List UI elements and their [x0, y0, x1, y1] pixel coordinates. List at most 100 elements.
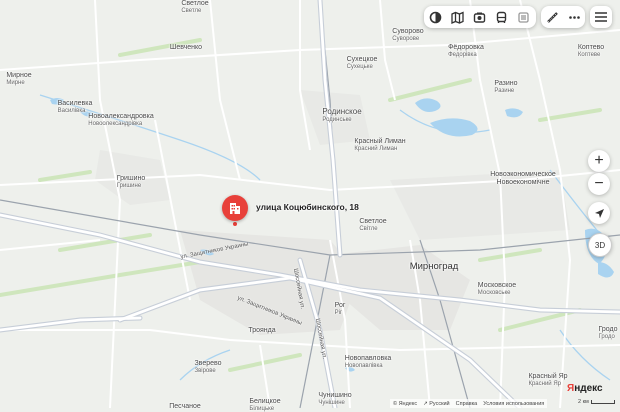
- place-name: Родинское: [322, 107, 362, 116]
- place-name: Белицкое: [249, 398, 281, 405]
- place-label[interactable]: Светлое Світле: [359, 218, 386, 232]
- place-name-ukrainian: Звірове: [194, 368, 216, 374]
- place-name: Красный Лиман: [354, 138, 406, 145]
- transit-icon[interactable]: [490, 6, 512, 28]
- place-name: Новопавловка: [344, 355, 392, 362]
- zoom-in-button[interactable]: +: [588, 150, 610, 172]
- place-label[interactable]: Шевченко: [170, 44, 202, 51]
- place-label[interactable]: Мирноград: [410, 262, 459, 272]
- place-label[interactable]: Зверево Звірове: [194, 360, 221, 374]
- location-arrow-icon: ↗: [423, 400, 428, 407]
- place-label[interactable]: Гришино Гришине: [117, 175, 146, 189]
- place-name: Шевченко: [169, 44, 203, 51]
- tools-toolbar: [541, 6, 585, 28]
- place-name-ukrainian: Разине: [494, 88, 515, 94]
- place-name: Гришино: [116, 175, 146, 182]
- place-label[interactable]: Белицкое Білицьке: [249, 398, 280, 412]
- place-label[interactable]: Новоэкономическое: [490, 171, 556, 178]
- place-label[interactable]: Песчаное: [169, 403, 201, 410]
- place-name-ukrainian: Красний Лиман: [354, 146, 398, 152]
- place-name: Гродо: [598, 326, 618, 333]
- place-name-ukrainian: Василівка: [57, 108, 86, 114]
- traffic-icon[interactable]: [468, 6, 490, 28]
- copyright-text[interactable]: © Яндекс: [393, 401, 417, 407]
- place-name: Зверево: [194, 360, 222, 367]
- place-name-ukrainian: Білицьке: [249, 406, 275, 412]
- place-name: Мирноград: [409, 261, 459, 272]
- place-label[interactable]: Рог Рiг: [335, 302, 346, 316]
- place-name-ukrainian: Чунішине: [318, 400, 345, 406]
- place-label[interactable]: Василевка Василівка: [58, 100, 93, 114]
- place-name-ukrainian: Гродо: [598, 334, 615, 340]
- language-link[interactable]: ↗ Русский: [423, 401, 450, 407]
- place-label[interactable]: Светлое Светле: [181, 0, 208, 14]
- place-name: Новоэкономическое: [490, 171, 556, 178]
- place-name: Разино: [494, 80, 518, 87]
- place-name-ukrainian: Рiг: [334, 310, 343, 316]
- place-label[interactable]: Коптево Коптеве: [578, 44, 604, 58]
- menu-button[interactable]: [590, 6, 612, 28]
- place-label[interactable]: Суворово Суворове: [392, 28, 423, 42]
- more-icon[interactable]: [563, 6, 585, 28]
- place-name: Светлое: [359, 218, 387, 225]
- address-label[interactable]: улица Коцюбинского, 18: [256, 202, 359, 212]
- place-label[interactable]: Новоекономічне: [497, 179, 550, 186]
- place-label[interactable]: Гродо Гродо: [598, 326, 617, 340]
- place-name-ukrainian: Новопавлівка: [344, 363, 383, 369]
- zoom-out-button[interactable]: −: [588, 173, 610, 195]
- place-name: Красный Яр: [528, 373, 568, 380]
- place-name-ukrainian: Коптеве: [577, 52, 601, 58]
- place-label[interactable]: Чунишино Чунішине: [318, 392, 351, 406]
- place-label[interactable]: Мирное Мирне: [6, 72, 31, 86]
- place-name: Троянда: [248, 327, 276, 334]
- place-name-ukrainian: Світле: [359, 226, 378, 232]
- building-icon: [230, 203, 240, 214]
- place-name: Новоекономічне: [496, 179, 550, 186]
- layers-icon[interactable]: [424, 6, 446, 28]
- my-location-button[interactable]: [588, 202, 610, 224]
- place-label[interactable]: Сухецкое Сухецьке: [347, 56, 378, 70]
- menu-icon: [595, 12, 607, 22]
- place-name-ukrainian: Федорівка: [448, 52, 477, 58]
- place-name-ukrainian: Светле: [181, 8, 202, 14]
- place-name-ukrainian: Московське: [477, 290, 511, 296]
- place-name-ukrainian: Мирне: [6, 80, 25, 86]
- place-name-ukrainian: Суворове: [392, 36, 420, 42]
- place-label[interactable]: Московское Московське: [478, 282, 516, 296]
- place-label[interactable]: Красный Лиман Красний Лиман: [354, 138, 405, 152]
- place-label[interactable]: Троянда: [248, 327, 275, 334]
- place-name: Коптево: [577, 44, 605, 51]
- place-label[interactable]: Фёдоровка Федорівка: [448, 44, 484, 58]
- panorama-icon[interactable]: [446, 6, 468, 28]
- place-label[interactable]: Родинское Родинське: [322, 107, 362, 124]
- place-name: Сухецкое: [346, 56, 378, 63]
- place-name: Чунишино: [318, 392, 352, 399]
- place-name-ukrainian: Сухецьке: [346, 64, 373, 70]
- yandex-logo[interactable]: Яндекс: [567, 383, 603, 394]
- place-name: Новоалександровка: [88, 113, 154, 120]
- navigation-arrow-icon: [594, 208, 604, 218]
- terms-link[interactable]: Условия использования: [483, 401, 544, 407]
- place-name: Фёдоровка: [448, 44, 484, 51]
- view-3d-button[interactable]: 3D: [588, 233, 612, 257]
- place-label[interactable]: Новоалександровка Новоолександрівка: [88, 113, 153, 127]
- place-label[interactable]: Новопавловка Новопавлівка: [345, 355, 392, 369]
- location-pin[interactable]: [222, 195, 248, 221]
- place-name-ukrainian: Родинське: [322, 117, 352, 123]
- place-name-ukrainian: Гришине: [116, 183, 142, 189]
- place-name: Светлое: [181, 0, 209, 7]
- scale-bar: 2 км: [578, 399, 615, 405]
- parking-icon[interactable]: [512, 6, 534, 28]
- ruler-icon[interactable]: [541, 6, 563, 28]
- place-name: Рог: [334, 302, 346, 309]
- place-name-ukrainian: Новоолександрівка: [88, 121, 143, 127]
- place-name: Василевка: [57, 100, 93, 107]
- map-layers-toolbar: [424, 6, 536, 28]
- place-label[interactable]: Разино Разине: [494, 80, 517, 94]
- map-footer: © Яндекс ↗ Русский Справка Условия испол…: [390, 399, 548, 408]
- place-name-ukrainian: Красний Яр: [528, 381, 561, 387]
- place-name: Московское: [477, 282, 517, 289]
- place-label[interactable]: Красный Яр Красний Яр: [528, 373, 567, 387]
- help-link[interactable]: Справка: [456, 401, 478, 407]
- place-name: Мирное: [6, 72, 32, 79]
